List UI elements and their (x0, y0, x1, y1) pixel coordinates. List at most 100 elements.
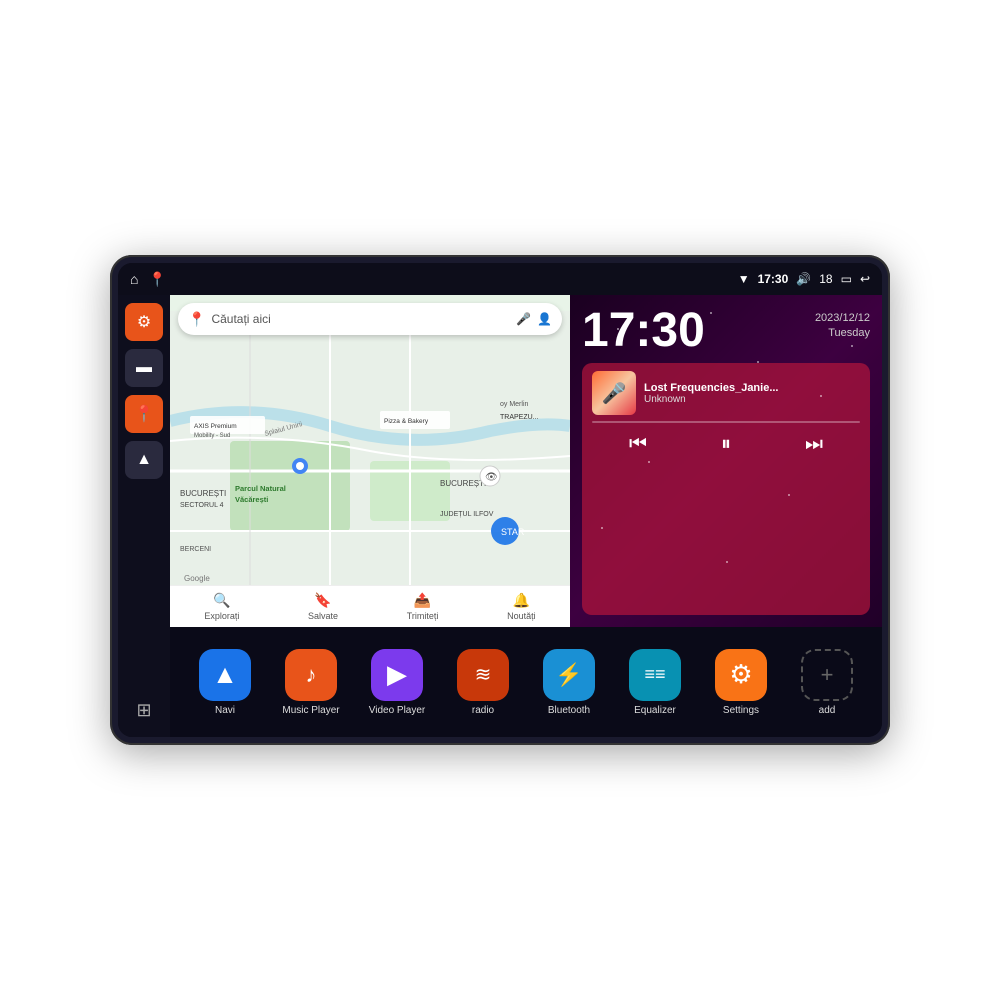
map-pin-sidebar-icon: 📍 (134, 404, 154, 424)
user-icon[interactable]: 👤 (537, 312, 552, 326)
battery-icon: ▭ (841, 272, 852, 286)
svg-text:BERCENI: BERCENI (180, 546, 211, 553)
maps-status-icon[interactable]: 📍 (148, 271, 165, 288)
info-panel: 17:30 2023/12/12 Tuesday 🎤 (570, 295, 882, 627)
music-progress-bar[interactable] (592, 421, 860, 423)
app-icon-music-player[interactable]: ♪ Music Player (276, 649, 346, 716)
app-icon-equalizer[interactable]: ≡≡ Equalizer (620, 649, 690, 716)
center-area: 📍 Căutați aici 🎤 👤 (170, 295, 882, 737)
top-row: 📍 Căutați aici 🎤 👤 (170, 295, 882, 627)
settings-icon-img: ⚙ (715, 649, 767, 701)
video-icon-img: ▶ (371, 649, 423, 701)
battery-level: 18 (819, 272, 832, 286)
signal-icon: ▼ (738, 272, 750, 286)
svg-text:Mobility - Sud: Mobility - Sud (194, 433, 230, 439)
map-nav-noutăți[interactable]: 🔔 Noutăți (507, 592, 536, 621)
navi-icon-img: ▲ (199, 649, 251, 701)
svg-text:Văcărești: Văcărești (235, 495, 268, 504)
pause-button[interactable]: ⏸ (709, 429, 743, 460)
clock-time: 17:30 (582, 307, 705, 355)
sidebar-btn-folder[interactable]: ▬ (125, 349, 163, 387)
radio-icon-img: ≋ (457, 649, 509, 701)
map-container[interactable]: 📍 Căutați aici 🎤 👤 (170, 295, 570, 627)
bluetooth-label: Bluetooth (548, 705, 590, 716)
music-info: 🎤 Lost Frequencies_Janie... Unknown (592, 371, 860, 415)
bluetooth-icon-img: ⚡ (543, 649, 595, 701)
sidebar-btn-settings[interactable]: ⚙ (125, 303, 163, 341)
app-icon-navi[interactable]: ▲ Navi (190, 649, 260, 716)
device-screen: ⌂ 📍 ▼ 17:30 🔊 18 ▭ ↩ ⚙ ▬ (118, 263, 882, 737)
svg-text:SECTORUL 4: SECTORUL 4 (180, 502, 224, 509)
app-icon-bluetooth[interactable]: ⚡ Bluetooth (534, 649, 604, 716)
share-icon: 📤 (414, 592, 431, 609)
svg-text:Pizza & Bakery: Pizza & Bakery (384, 418, 429, 425)
app-bar: ▲ Navi ♪ Music Player ▶ V (170, 627, 882, 737)
map-nav-trimiteți[interactable]: 📤 Trimiteți (407, 592, 439, 621)
mic-icon[interactable]: 🎤 (516, 312, 531, 326)
music-title: Lost Frequencies_Janie... (644, 382, 860, 394)
equalizer-label: Equalizer (634, 705, 676, 716)
settings-app-icon: ⚙ (729, 659, 752, 690)
home-icon[interactable]: ⌂ (130, 271, 138, 287)
add-label: add (819, 705, 836, 716)
svg-text:BUCUREȘTI: BUCUREȘTI (440, 479, 486, 488)
equalizer-icon-img: ≡≡ (629, 649, 681, 701)
volume-icon: 🔊 (796, 272, 811, 286)
svg-text:JUDEȚUL ILFOV: JUDEȚUL ILFOV (440, 511, 494, 518)
album-art: 🎤 (592, 371, 636, 415)
sidebar-btn-nav[interactable]: ▲ (125, 441, 163, 479)
sidebar: ⚙ ▬ 📍 ▲ ⊞ (118, 295, 170, 737)
status-time: 17:30 (758, 272, 789, 286)
app-icon-add[interactable]: + add (792, 649, 862, 716)
clock-row: 17:30 2023/12/12 Tuesday (582, 307, 870, 355)
music-player: 🎤 Lost Frequencies_Janie... Unknown ⏮ (582, 363, 870, 615)
sidebar-grid-btn[interactable]: ⊞ (125, 691, 163, 729)
navi-label: Navi (215, 705, 235, 716)
map-search-pin-icon: 📍 (188, 311, 205, 328)
next-button[interactable]: ⏭ (793, 429, 835, 460)
back-icon[interactable]: ↩ (860, 272, 870, 286)
svg-text:AXIS Premium: AXIS Premium (194, 423, 237, 430)
explore-icon: 🔍 (213, 592, 230, 609)
radio-icon: ≋ (475, 662, 492, 687)
settings-icon: ⚙ (137, 312, 151, 332)
music-controls: ⏮ ⏸ ⏭ (592, 429, 860, 460)
svg-text:Google: Google (184, 574, 210, 583)
svg-text:👁: 👁 (485, 472, 498, 483)
saved-icon: 🔖 (314, 592, 331, 609)
grid-icon: ⊞ (136, 700, 151, 721)
clock-date: 2023/12/12 Tuesday (815, 311, 870, 342)
music-player-label: Music Player (282, 705, 339, 716)
map-bottom-bar: 🔍 Explorați 🔖 Salvate 📤 Trimiteți (170, 585, 570, 627)
prev-button[interactable]: ⏮ (617, 429, 659, 460)
news-icon: 🔔 (513, 592, 530, 609)
album-art-icon: 🎤 (602, 381, 627, 406)
map-nav-explorați[interactable]: 🔍 Explorați (204, 592, 239, 621)
music-icon-img: ♪ (285, 649, 337, 701)
add-icon-img: + (801, 649, 853, 701)
music-icon: ♪ (306, 662, 317, 688)
app-icon-radio[interactable]: ≋ radio (448, 649, 518, 716)
map-search-bar[interactable]: 📍 Căutați aici 🎤 👤 (178, 303, 562, 335)
app-icon-video-player[interactable]: ▶ Video Player (362, 649, 432, 716)
status-bar: ⌂ 📍 ▼ 17:30 🔊 18 ▭ ↩ (118, 263, 882, 295)
app-icon-settings[interactable]: ⚙ Settings (706, 649, 776, 716)
svg-text:STAR: STAR (501, 527, 525, 537)
car-display-device: ⌂ 📍 ▼ 17:30 🔊 18 ▭ ↩ ⚙ ▬ (110, 255, 890, 745)
svg-text:TRAPEZU...: TRAPEZU... (500, 414, 539, 421)
add-icon: + (821, 662, 834, 688)
radio-label: radio (472, 705, 494, 716)
svg-text:Parcul Natural: Parcul Natural (235, 484, 286, 493)
navi-icon: ▲ (212, 659, 238, 690)
svg-text:BUCUREȘTI: BUCUREȘTI (180, 489, 226, 498)
video-icon: ▶ (387, 659, 407, 690)
music-artist: Unknown (644, 394, 860, 405)
svg-text:oy Merlin: oy Merlin (500, 401, 529, 408)
map-svg: BUCUREȘTI SECTORUL 4 BUCUREȘTI JUDEȚUL I… (170, 295, 570, 627)
map-nav-salvate[interactable]: 🔖 Salvate (308, 592, 338, 621)
folder-icon: ▬ (136, 359, 152, 377)
sidebar-btn-maps[interactable]: 📍 (125, 395, 163, 433)
equalizer-icon: ≡≡ (644, 664, 665, 685)
bluetooth-icon: ⚡ (555, 662, 582, 688)
map-search-text[interactable]: Căutați aici (211, 312, 510, 326)
